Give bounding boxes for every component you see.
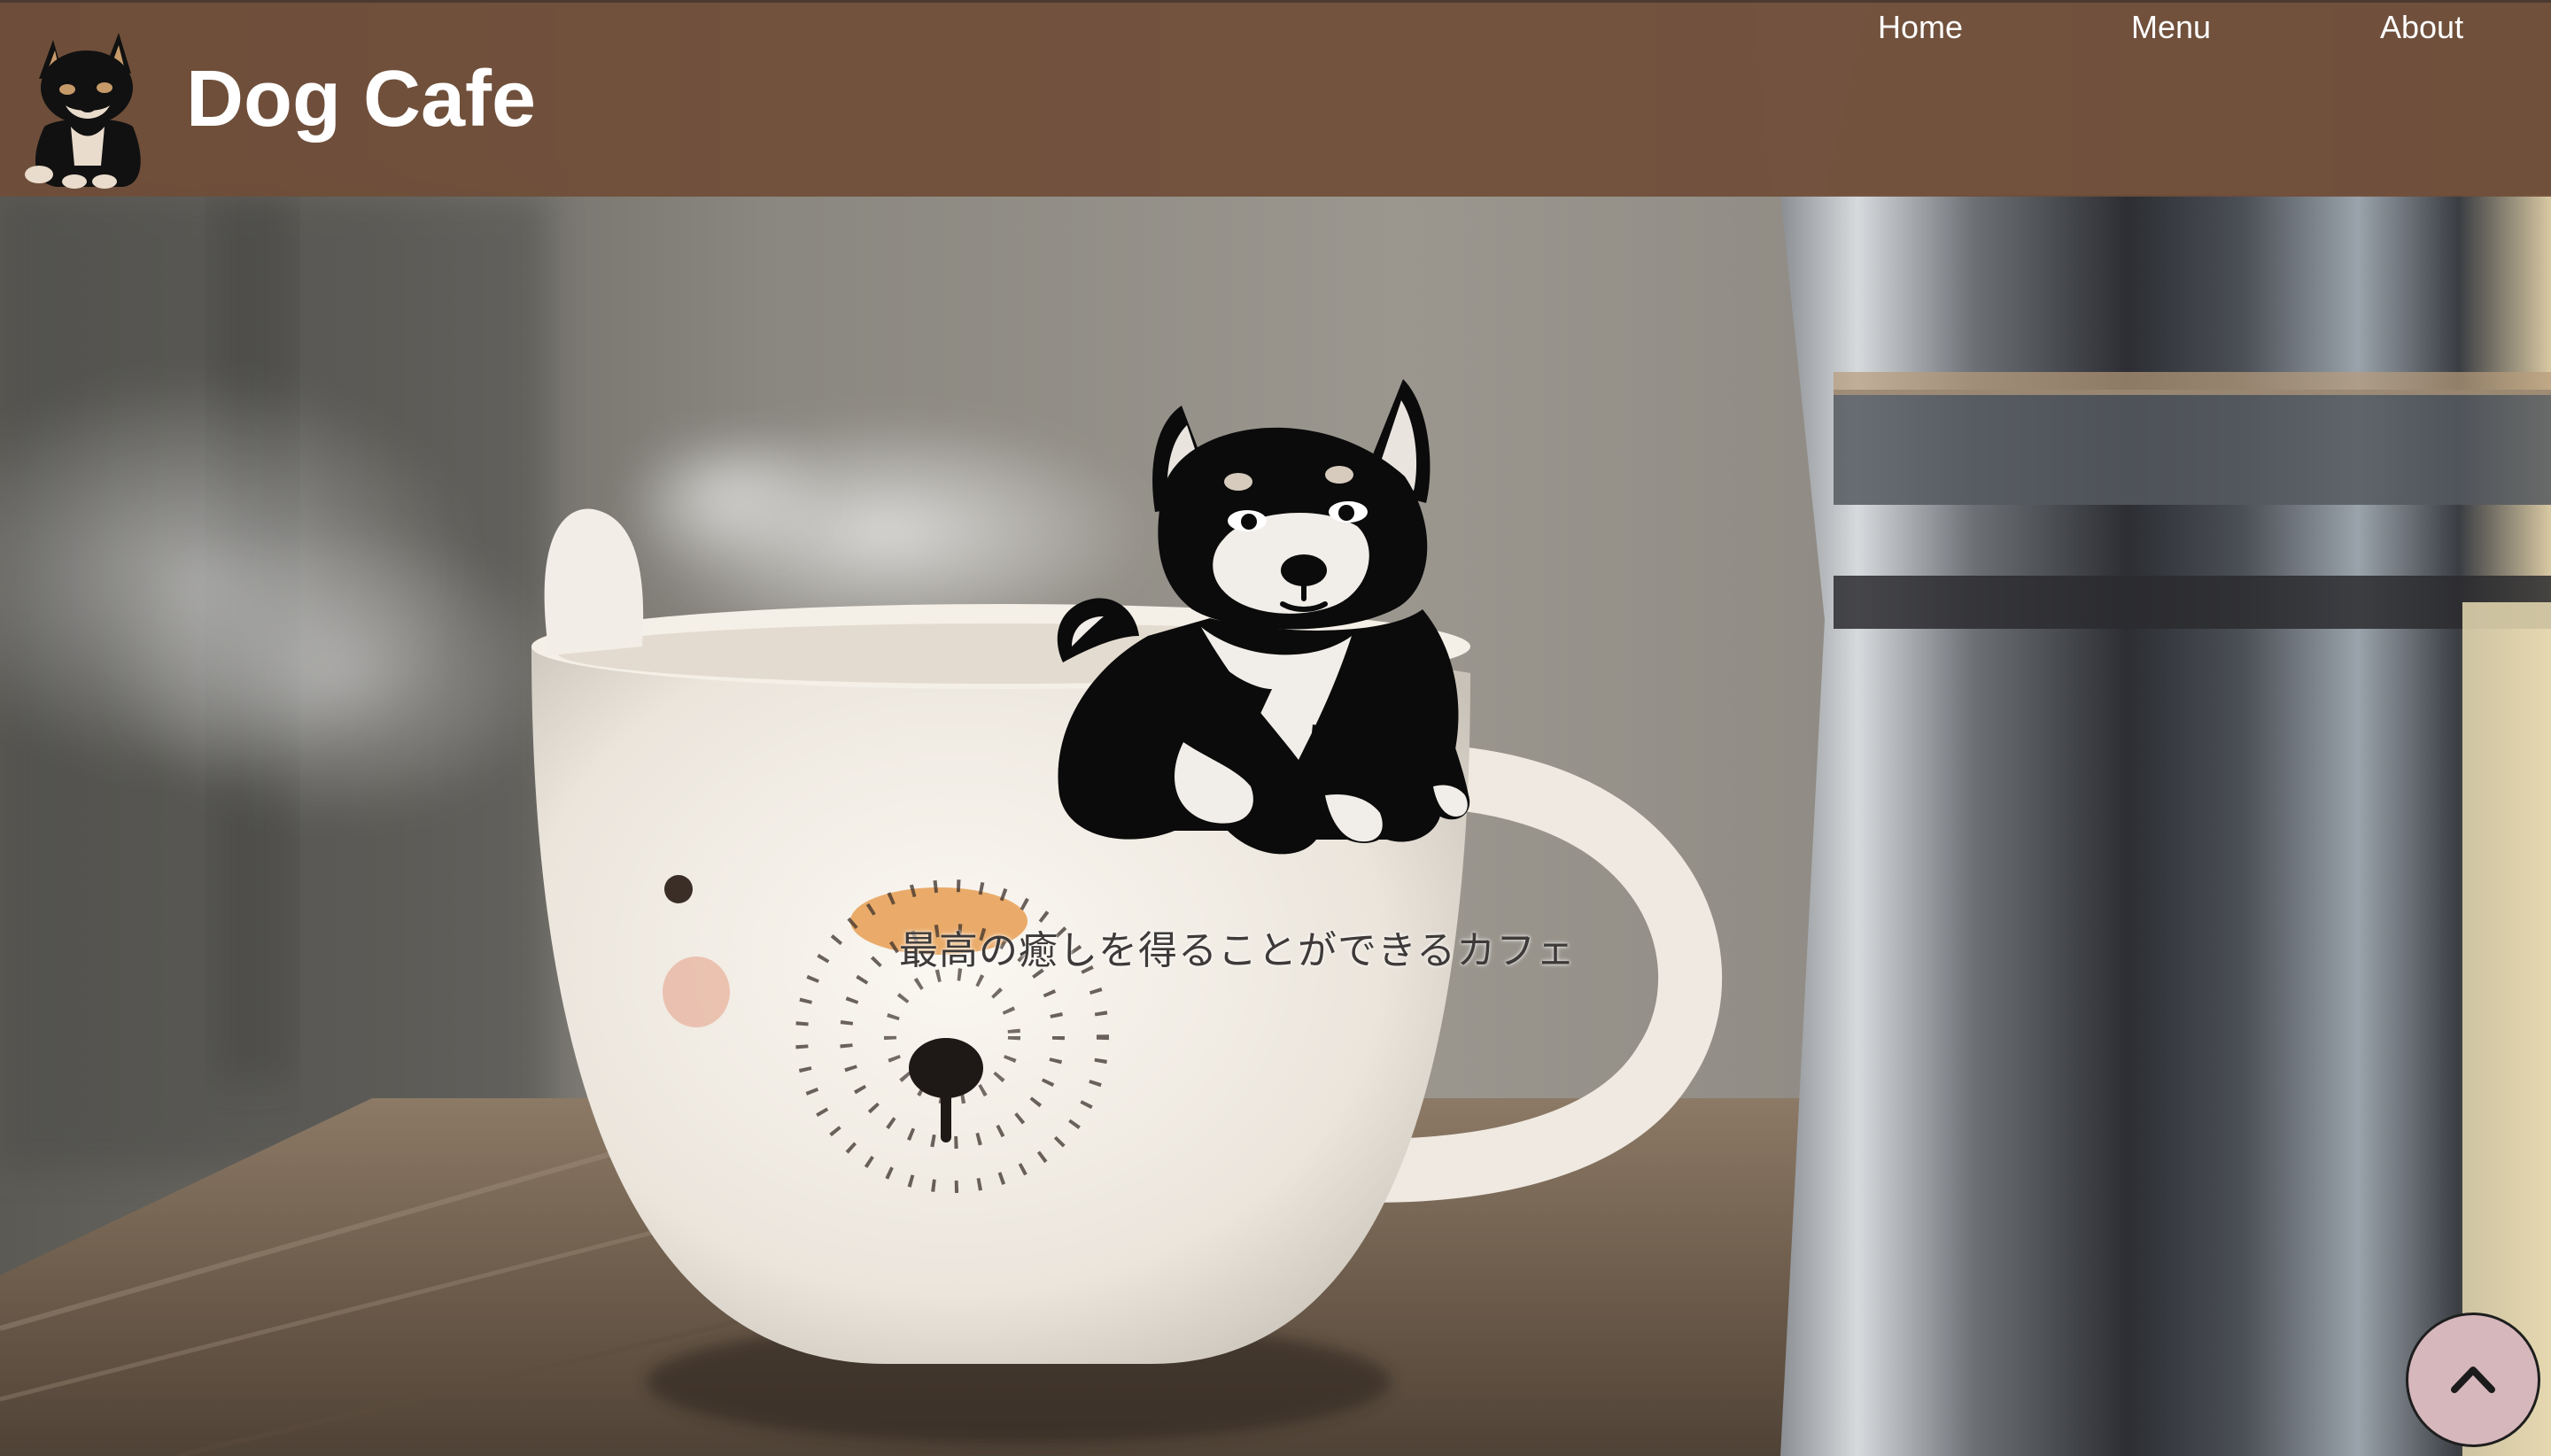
page: Dog Cafe Home Menu About 最高の癒しを得ることができるカ… xyxy=(0,0,2551,1456)
shiba-dog-illustration xyxy=(1057,379,1470,855)
scroll-to-top-button[interactable] xyxy=(2406,1313,2540,1447)
site-header: Dog Cafe Home Menu About xyxy=(0,0,2551,197)
nav-home-link[interactable]: Home xyxy=(1878,3,1963,52)
nav-menu-link[interactable]: Menu xyxy=(2131,3,2211,52)
brand-title[interactable]: Dog Cafe xyxy=(186,50,536,148)
hero-tagline: 最高の癒しを得ることができるカフェ xyxy=(899,928,1577,973)
nav-about-link[interactable]: About xyxy=(2380,3,2463,52)
shiba-dog-logo-icon[interactable] xyxy=(12,24,163,192)
chevron-up-icon xyxy=(2451,1367,2495,1393)
